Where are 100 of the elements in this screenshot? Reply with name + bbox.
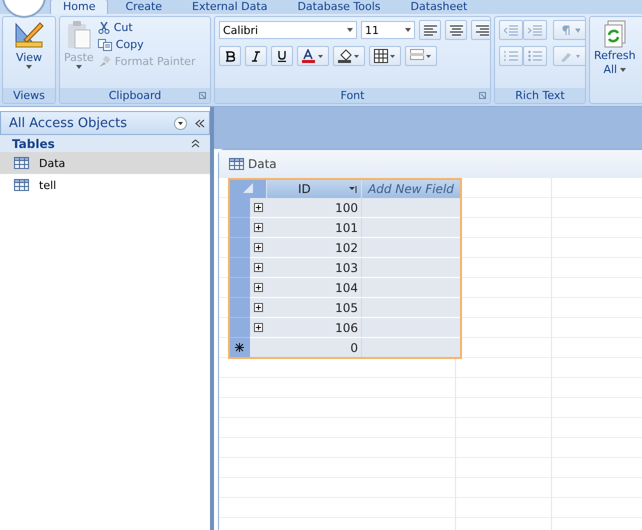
record-selector[interactable] xyxy=(229,218,250,238)
ribbon-tab[interactable]: Home xyxy=(50,0,108,14)
corner-triangle-icon xyxy=(243,183,253,193)
bold-button[interactable] xyxy=(219,46,241,66)
group-label: Font xyxy=(215,88,490,103)
group-label: Clipboard xyxy=(60,88,210,103)
table-cell: 100 xyxy=(266,198,362,218)
sort-arrow-icon xyxy=(349,184,358,194)
record-selector[interactable] xyxy=(229,278,250,298)
align-right-icon xyxy=(476,24,488,36)
window-title: Data xyxy=(248,157,277,171)
ribbon-tab[interactable]: Create xyxy=(112,0,176,14)
bold-icon xyxy=(225,50,235,62)
table-icon xyxy=(14,157,29,169)
navigation-header[interactable]: All Access Objects xyxy=(0,111,210,135)
underline-button[interactable] xyxy=(271,46,293,66)
font-size-dropdown[interactable]: 11 xyxy=(361,21,415,39)
record-selector[interactable] xyxy=(229,258,250,278)
table-icon xyxy=(14,179,29,191)
bulleted-list-icon xyxy=(528,50,542,62)
italic-icon xyxy=(251,50,261,62)
expand-icon xyxy=(254,202,263,212)
record-selector[interactable] xyxy=(229,238,250,258)
font-family-dropdown[interactable]: Calibri xyxy=(219,21,357,39)
numbering-button[interactable] xyxy=(499,46,523,66)
caret-icon xyxy=(405,28,411,32)
table-item[interactable]: tell xyxy=(0,174,210,196)
table-cell: 106 xyxy=(266,318,362,338)
expand-icon xyxy=(254,262,263,272)
asterisk-icon xyxy=(235,342,244,352)
decrease-indent-button[interactable] xyxy=(499,20,523,40)
copy-button[interactable]: Copy xyxy=(98,37,196,52)
align-right-button[interactable] xyxy=(471,20,490,40)
navigation-title: All Access Objects xyxy=(9,116,127,130)
select-all-corner[interactable] xyxy=(229,179,266,198)
gridlines-button[interactable] xyxy=(369,46,401,66)
cut-button[interactable]: Cut xyxy=(98,20,196,35)
scissors-icon xyxy=(98,22,110,34)
copy-icon xyxy=(98,38,112,50)
highlight-button[interactable] xyxy=(553,46,585,66)
section-title: Tables xyxy=(12,136,55,150)
table-cell: 0 xyxy=(266,338,362,358)
refresh-icon xyxy=(602,20,628,48)
bullets-button[interactable] xyxy=(523,46,547,66)
increase-indent-button[interactable] xyxy=(523,20,547,40)
new-record-selector[interactable] xyxy=(229,338,250,358)
view-button[interactable]: View xyxy=(14,20,44,69)
table-icon xyxy=(229,158,244,170)
record-selector[interactable] xyxy=(229,198,250,218)
table-cell: 103 xyxy=(266,258,362,278)
expand-icon xyxy=(254,222,263,232)
highlighter-icon xyxy=(560,50,580,62)
group-label: Views xyxy=(3,88,55,103)
add-field-header[interactable]: Add New Field xyxy=(362,179,461,198)
tables-section-header[interactable]: Tables xyxy=(0,135,210,152)
italic-button[interactable] xyxy=(245,46,267,66)
paragraph-icon xyxy=(560,24,580,36)
refresh-all-button[interactable]: Refresh All xyxy=(594,20,636,76)
underline-icon xyxy=(277,50,287,62)
caret-icon xyxy=(76,65,82,69)
collapse-pane-icon xyxy=(195,118,205,128)
align-left-button[interactable] xyxy=(419,20,441,40)
group-label: Rich Text xyxy=(495,88,585,103)
dropdown-icon xyxy=(174,116,187,130)
paintbrush-icon xyxy=(98,56,111,68)
table-item[interactable]: Data xyxy=(0,152,210,174)
expand-icon xyxy=(254,302,263,312)
numbered-list-icon xyxy=(504,50,518,62)
dialog-launcher-icon[interactable] xyxy=(199,92,206,99)
table-cell: 102 xyxy=(266,238,362,258)
expand-icon xyxy=(254,242,263,252)
column-title: ID xyxy=(298,182,311,196)
expand-icon xyxy=(254,282,263,292)
align-left-icon xyxy=(424,24,436,36)
indent-icon xyxy=(528,24,542,36)
ribbon-tab[interactable]: External Data xyxy=(179,0,280,14)
clipboard-icon xyxy=(66,20,92,50)
font-color-button[interactable] xyxy=(297,46,329,66)
caret-icon xyxy=(26,65,32,69)
table-cell: 105 xyxy=(266,298,362,318)
record-selector[interactable] xyxy=(229,298,250,318)
caret-icon xyxy=(620,68,626,72)
ribbon-tab[interactable]: Datasheet xyxy=(398,0,480,14)
caret-icon xyxy=(347,28,353,32)
text-direction-button[interactable] xyxy=(553,20,585,40)
align-center-button[interactable] xyxy=(445,20,467,40)
ruler-pencil-icon xyxy=(14,20,44,50)
column-header[interactable]: ID xyxy=(266,179,362,198)
font-color-icon xyxy=(302,49,324,63)
expand-icon xyxy=(254,322,263,332)
align-center-icon xyxy=(450,24,462,36)
collapse-section-icon xyxy=(191,139,200,148)
grid-icon xyxy=(374,49,396,63)
table-cell: 104 xyxy=(266,278,362,298)
outdent-icon xyxy=(504,24,518,36)
dialog-launcher-icon[interactable] xyxy=(479,92,486,99)
fill-color-button[interactable] xyxy=(333,46,365,66)
paint-bucket-icon xyxy=(338,49,360,63)
ribbon-tab[interactable]: Database Tools xyxy=(284,0,394,14)
table-cell: 101 xyxy=(266,218,362,238)
